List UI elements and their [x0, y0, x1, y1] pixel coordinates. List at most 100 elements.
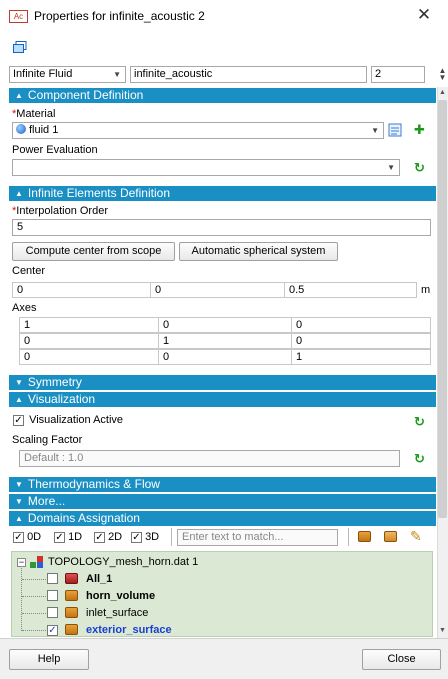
- separator: [171, 528, 172, 546]
- collapse-icon: ▲: [15, 91, 23, 100]
- compute-center-button[interactable]: Compute center from scope: [12, 242, 175, 261]
- section-title: More...: [27, 494, 66, 508]
- checkbox-checked[interactable]: ✓: [47, 625, 58, 636]
- tree-line: [21, 568, 22, 631]
- reset-icon[interactable]: ↻: [414, 414, 425, 430]
- filter-2d[interactable]: ✓ 2D: [94, 531, 122, 543]
- window-title: Properties for infinite_acoustic 2: [34, 9, 205, 23]
- section-title: Component Definition: [27, 88, 144, 102]
- tree-root-label[interactable]: TOPOLOGY_mesh_horn.dat 1: [48, 556, 198, 568]
- section-domains[interactable]: ▲ Domains Assignation: [9, 511, 436, 526]
- expand-icon: ▼: [15, 497, 23, 506]
- close-icon[interactable]: ✕: [414, 5, 434, 25]
- reset-icon[interactable]: ↻: [414, 160, 425, 176]
- filter-label: 3D: [145, 531, 160, 543]
- type-select-value: Infinite Fluid: [13, 68, 73, 80]
- tree-item-exterior-surface[interactable]: ✓: [47, 624, 58, 636]
- tree-line: [22, 613, 46, 614]
- axes-cell[interactable]: 1: [291, 349, 431, 365]
- domain-search-input[interactable]: Enter text to match...: [177, 529, 338, 546]
- filter-1d[interactable]: ✓ 1D: [54, 531, 82, 543]
- axes-cell[interactable]: 0: [19, 349, 159, 365]
- deselect-domains-icon[interactable]: [384, 531, 397, 545]
- axes-cell[interactable]: 0: [158, 349, 292, 365]
- close-button[interactable]: Close: [362, 649, 441, 670]
- section-title: Infinite Elements Definition: [27, 186, 170, 200]
- filter-3d[interactable]: ✓ 3D: [131, 531, 159, 543]
- axes-cell[interactable]: 0: [19, 333, 159, 349]
- checkbox-checked[interactable]: ✓: [13, 415, 24, 426]
- domain-box-icon: [65, 590, 78, 604]
- section-visualization[interactable]: ▲ Visualization: [9, 392, 436, 407]
- axes-label: Axes: [12, 302, 37, 314]
- section-thermodynamics[interactable]: ▼ Thermodynamics & Flow: [9, 477, 436, 492]
- edit-material-icon[interactable]: [388, 123, 402, 137]
- checkbox-checked[interactable]: ✓: [131, 532, 142, 543]
- domain-box-icon: [65, 624, 78, 638]
- copy-window-icon[interactable]: [13, 41, 27, 54]
- expand-icon: ▼: [15, 480, 23, 489]
- expand-icon: ▼: [15, 378, 23, 387]
- filter-label: 1D: [68, 531, 83, 543]
- checkbox[interactable]: [47, 590, 58, 601]
- material-label: *Material: [12, 108, 56, 120]
- axes-cell[interactable]: 1: [19, 317, 159, 333]
- visualization-active-label: Visualization Active: [29, 414, 124, 426]
- section-title: Visualization: [27, 392, 96, 406]
- interpolation-order-input[interactable]: 5: [12, 219, 431, 236]
- domain-box-icon: [65, 607, 78, 621]
- filter-0d[interactable]: ✓ 0D: [13, 531, 41, 543]
- center-x[interactable]: 0: [12, 282, 151, 298]
- chevron-down-icon: ▼: [113, 70, 121, 79]
- tree-line: [22, 596, 46, 597]
- tree-item-all-1[interactable]: [47, 573, 58, 587]
- checkbox-checked[interactable]: ✓: [13, 532, 24, 543]
- tree-line: [22, 579, 46, 580]
- tree-item-horn-volume[interactable]: [47, 590, 58, 604]
- index-spinner[interactable]: ▲ ▼: [438, 67, 447, 82]
- add-material-icon[interactable]: ✚: [414, 122, 425, 138]
- scrollbar-thumb[interactable]: [438, 100, 447, 518]
- center-y[interactable]: 0: [150, 282, 285, 298]
- center-z[interactable]: 0.5: [284, 282, 417, 298]
- checkbox-checked[interactable]: ✓: [94, 532, 105, 543]
- brush-icon[interactable]: ✎: [410, 528, 422, 545]
- checkbox-checked[interactable]: ✓: [54, 532, 65, 543]
- section-more[interactable]: ▼ More...: [9, 494, 436, 509]
- collapse-icon: ▲: [15, 395, 23, 404]
- checkbox[interactable]: [47, 573, 58, 584]
- select-all-domains-icon[interactable]: [358, 531, 371, 545]
- scroll-up-icon[interactable]: ▲: [439, 89, 446, 96]
- power-evaluation-select[interactable]: ▼: [12, 159, 400, 176]
- section-symmetry[interactable]: ▼ Symmetry: [9, 375, 436, 390]
- section-component-definition[interactable]: ▲ Component Definition: [9, 88, 436, 103]
- material-value: fluid 1: [29, 124, 59, 136]
- reset-icon[interactable]: ↻: [414, 451, 425, 467]
- axes-cell[interactable]: 0: [291, 333, 431, 349]
- axes-cell[interactable]: 0: [158, 317, 292, 333]
- component-name-field[interactable]: infinite_acoustic: [130, 66, 367, 83]
- tree-item-label: inlet_surface: [86, 607, 149, 619]
- center-label: Center: [12, 265, 46, 277]
- app-icon: Ac: [9, 10, 28, 23]
- material-select[interactable]: fluid 1 ▼: [12, 122, 384, 139]
- scaling-factor-input[interactable]: Default : 1.0: [19, 450, 400, 467]
- fluid-icon: [16, 124, 26, 134]
- help-button[interactable]: Help: [9, 649, 89, 670]
- index-field[interactable]: 2: [371, 66, 425, 83]
- scaling-factor-label: Scaling Factor: [12, 434, 83, 446]
- axes-cell[interactable]: 0: [291, 317, 431, 333]
- collapse-tree-icon[interactable]: −: [17, 558, 26, 567]
- visualization-active-checkbox[interactable]: ✓ Visualization Active: [13, 414, 123, 426]
- tree-item-inlet-surface[interactable]: [47, 607, 58, 621]
- scroll-down-icon[interactable]: ▼: [439, 627, 446, 634]
- chevron-down-icon: ▼: [371, 126, 379, 135]
- automatic-spherical-button[interactable]: Automatic spherical system: [179, 242, 338, 261]
- axes-cell[interactable]: 1: [158, 333, 292, 349]
- type-select[interactable]: Infinite Fluid ▼: [9, 66, 126, 83]
- collapse-icon: ▲: [15, 189, 23, 198]
- section-infinite-elements[interactable]: ▲ Infinite Elements Definition: [9, 186, 436, 201]
- domain-box-icon: [65, 573, 78, 587]
- checkbox[interactable]: [47, 607, 58, 618]
- filter-label: 0D: [27, 531, 42, 543]
